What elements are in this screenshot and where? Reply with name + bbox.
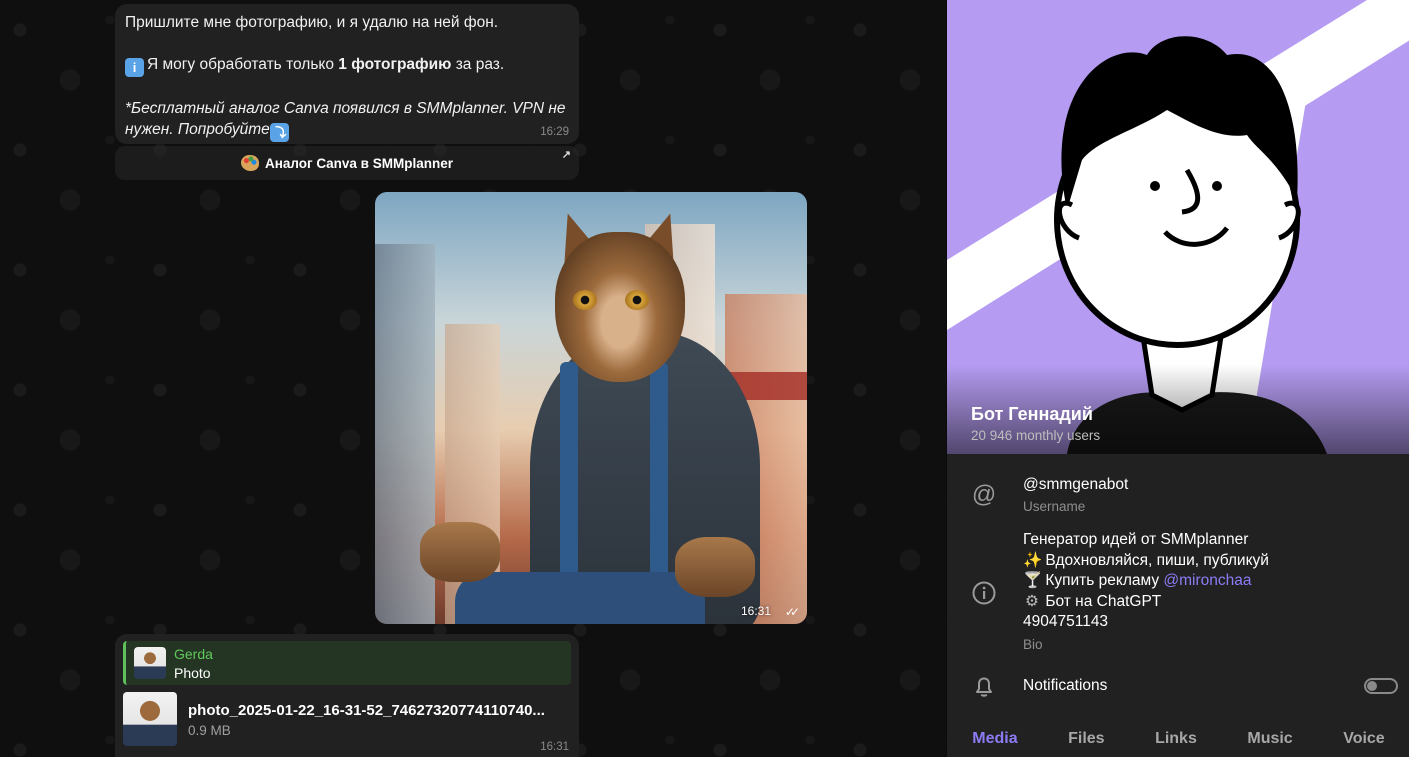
bio-line-text: Вдохновляйся, пиши, публикуй [1045,551,1269,569]
tab-voice[interactable]: Voice [1343,724,1385,757]
username-value: @smmgenabot [1023,476,1129,493]
at-sign-icon: @ [971,481,997,508]
reply-text: Photo [174,665,211,681]
bio-line-text: 4904751143 [1023,613,1109,630]
sparkles-icon: ✨ [1023,551,1043,569]
username-label: Username [1023,499,1086,514]
backpack-strap [560,362,578,602]
down-arrow-emoji-icon: ⤵ [269,123,289,142]
cat-paw [675,537,755,597]
bio-mention-link[interactable]: @mironchaa [1163,572,1251,589]
photo-time: 16:31 [740,604,771,618]
message-time: 16:31 [540,741,569,753]
message-bubble-file[interactable]: Gerda Photo photo_2025-01-22_16-31-52_74… [115,634,579,757]
chat-area: Пришлите мне фотографию, и я удалю на не… [0,0,946,757]
info-icon [971,580,997,606]
profile-panel: Бот Геннадий 20 946 monthly users @ @smm… [946,0,1409,757]
tab-files[interactable]: Files [1068,724,1104,757]
bio-line: Генератор идей от SMMplanner [1023,530,1269,551]
gear-icon: ⚙ [1025,592,1039,610]
bio-line-text: Генератор идей от SMMplanner [1023,531,1249,548]
profile-name: Бот Геннадий [971,404,1093,424]
line2-bold: 1 фотографию [338,56,452,73]
reply-author: Gerda [174,646,213,662]
tab-links[interactable]: Links [1155,724,1197,757]
reply-preview[interactable]: Gerda Photo [123,641,571,685]
profile-avatar[interactable]: Бот Геннадий 20 946 monthly users [947,0,1409,454]
bio-line-text: Бот на ChatGPT [1045,592,1162,610]
bio-label: Bio [1023,637,1043,652]
cocktail-icon: 🍸 [1023,572,1043,589]
message-text-line2: iЯ могу обработать только 1 фотографию з… [125,54,569,77]
notifications-toggle[interactable] [1364,678,1398,694]
external-link-arrow-icon: ↗ [561,149,571,161]
bio-line: 🍸 Купить рекламу @mironchaa [1023,571,1269,592]
cat-head [555,232,685,382]
backpack-strap [650,362,668,602]
line2-prefix: Я могу обработать только [147,56,339,73]
notifications-row[interactable]: Notifications [947,670,1409,702]
notifications-label: Notifications [1023,677,1108,694]
inline-button-label: Аналог Canva в SMMplanner [264,155,453,171]
toggle-knob [1367,681,1377,691]
cat-eye [573,290,597,310]
tab-music[interactable]: Music [1247,724,1292,757]
file-size: 0.9 MB [188,723,231,738]
profile-monthly-users: 20 946 monthly users [971,428,1101,443]
line2-suffix: за раз. [451,56,505,73]
message-text-line1: Пришлите мне фотографию, и я удалю на не… [125,14,499,31]
bio-line: ✨ Вдохновляйся, пиши, публикуй [1023,551,1269,572]
file-thumbnail[interactable] [123,692,177,746]
message-text-line3: *Бесплатный аналог Canva появился в SMMp… [125,98,569,142]
username-row[interactable]: @ @smmgenabot Username [947,470,1409,520]
media-tabs: Media Files Links Music Voice [947,724,1409,757]
double-check-icon: ✓✓ [784,605,800,619]
bike [455,572,705,624]
cat-paw [420,522,500,582]
bio-line: ⚙ Бот на ChatGPT [1023,592,1269,613]
palette-icon [240,155,259,171]
bio-text: Генератор идей от SMMplanner ✨ Вдохновля… [1023,530,1269,633]
message-bubble-intro[interactable]: Пришлите мне фотографию, и я удалю на не… [115,4,579,144]
cat-eye [625,290,649,310]
file-name: photo_2025-01-22_16-31-52_74627320774110… [188,702,545,719]
message-time: 16:29 [540,126,569,138]
inline-keyboard-button[interactable]: Аналог Canva в SMMplanner ↗ [115,146,579,180]
bio-line: 4904751143 [1023,612,1269,633]
reply-thumbnail [134,647,166,679]
photo-message[interactable]: 16:31 ✓✓ [375,192,807,624]
bio-row[interactable]: Генератор идей от SMMplanner ✨ Вдохновля… [947,530,1409,655]
bell-icon [971,674,997,700]
bio-line-text: Купить рекламу [1045,572,1164,589]
line3-text: *Бесплатный аналог Canva появился в SMMp… [125,100,566,138]
tab-media[interactable]: Media [972,724,1017,757]
info-emoji-icon: i [125,58,144,77]
